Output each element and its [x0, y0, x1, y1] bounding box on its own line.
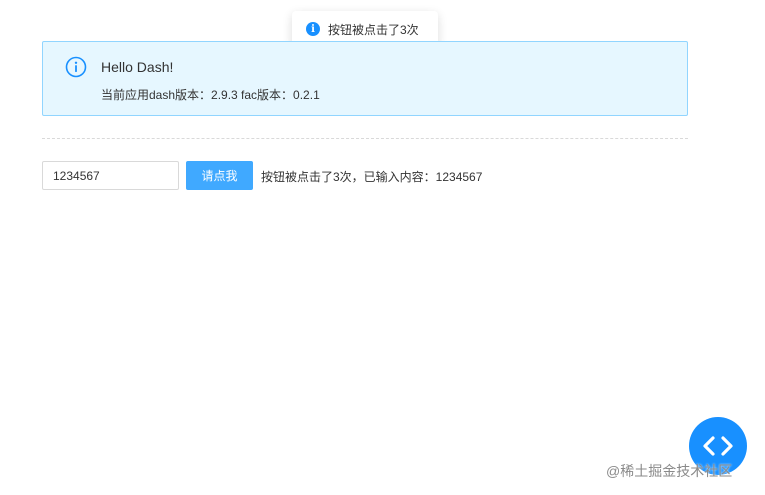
- code-icon: [703, 436, 733, 456]
- text-input[interactable]: [42, 161, 179, 190]
- alert-description: 当前应用dash版本：2.9.3 fac版本：0.2.1: [101, 88, 320, 102]
- info-icon: i: [306, 22, 320, 36]
- click-me-button[interactable]: 请点我: [186, 161, 253, 190]
- watermark: @稀土掘金技术社区: [606, 463, 733, 479]
- toast-text: 按钮被点击了3次: [328, 22, 419, 37]
- info-alert: Hello Dash! 当前应用dash版本：2.9.3 fac版本：0.2.1: [42, 41, 688, 116]
- info-circle-icon: [65, 56, 87, 78]
- status-text: 按钮被点击了3次，已输入内容：1234567: [261, 170, 483, 184]
- alert-title: Hello Dash!: [101, 59, 174, 75]
- page: i 按钮被点击了3次 Hello Dash! 当前应用dash版本：2.9.3 …: [0, 0, 765, 495]
- divider: [42, 138, 688, 139]
